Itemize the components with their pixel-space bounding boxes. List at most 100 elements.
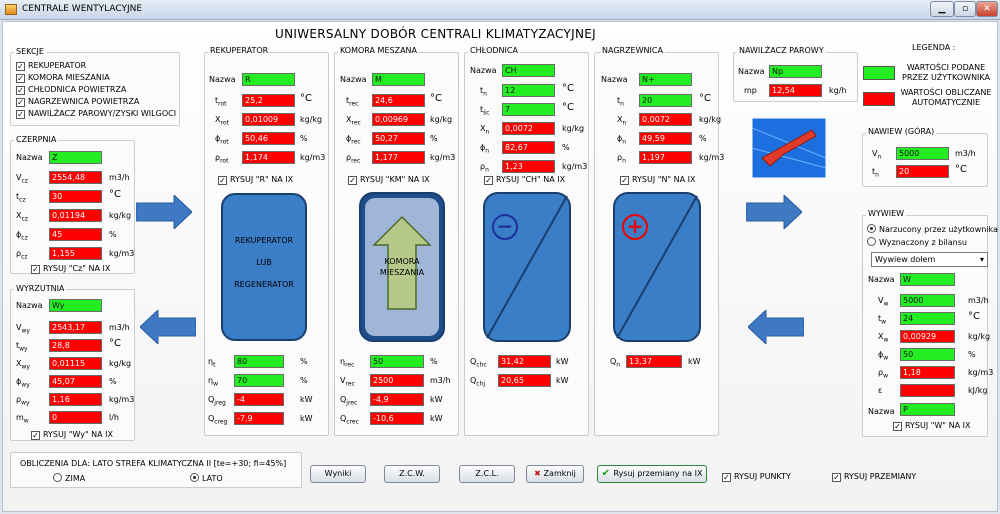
- komora-row-2-field[interactable]: 50,27: [372, 132, 425, 145]
- wywiew-row-4-field[interactable]: 1,18: [900, 366, 955, 379]
- wywiew-row-2-field[interactable]: 0,00929: [900, 330, 955, 343]
- chlodnica-row-2-field[interactable]: 0,0072: [502, 122, 555, 135]
- nagrzewnica-bottom-row-0-field[interactable]: 13,37: [626, 355, 682, 368]
- close-button[interactable]: ✕: [976, 1, 998, 17]
- rekuperator-nazwa-field[interactable]: R: [242, 73, 295, 86]
- komora-row-1-field[interactable]: 0,00969: [372, 113, 425, 126]
- rekuperator-row-0-field[interactable]: 25,2: [242, 94, 295, 107]
- nawilzacz-mp-field[interactable]: 12,54: [769, 84, 822, 97]
- sekcje-item-3[interactable]: ✓ NAGRZEWNICA POWIETRZA: [16, 97, 176, 109]
- wyrzutnia-row-2-field[interactable]: 0,01115: [49, 357, 102, 370]
- wywiew-row-1-field[interactable]: 24: [900, 312, 955, 325]
- komora-bottom-row-2-field[interactable]: -4,9: [370, 393, 424, 406]
- chlodnica-row-0-field[interactable]: 12: [502, 84, 555, 97]
- wyrzutnia-row-4-field[interactable]: 1,16: [49, 393, 102, 406]
- rekuperator-bottom-row-0-field[interactable]: 80: [234, 355, 284, 368]
- komora-check-box[interactable]: ✓: [348, 176, 357, 185]
- czerpnia-row-4-field[interactable]: 1,155: [49, 247, 102, 260]
- checkbox-rysuj-przemiany[interactable]: ✓: [832, 473, 841, 482]
- wywiew-row-3-field[interactable]: 50: [900, 348, 955, 361]
- chlodnica-check[interactable]: ✓ RYSUJ "CH" NA IX: [484, 175, 565, 185]
- sekcje-checkbox-2[interactable]: ✓: [16, 86, 25, 95]
- wyrzutnia-nazwa-field[interactable]: Wy: [49, 299, 102, 312]
- zcw-button[interactable]: Z.C.W.: [384, 465, 440, 483]
- wywiew-check[interactable]: ✓ RYSUJ "W" NA IX: [893, 421, 970, 431]
- rekuperator-row-2-field[interactable]: 50,46: [242, 132, 295, 145]
- sekcje-item-0[interactable]: ✓ REKUPERATOR: [16, 61, 176, 73]
- radio-lato[interactable]: LATO: [190, 473, 223, 483]
- nagrzewnica-check[interactable]: ✓ RYSUJ "N" NA IX: [620, 175, 696, 185]
- nagrzewnica-row-0-field[interactable]: 20: [639, 94, 692, 107]
- chlodnica-row-4-field[interactable]: 1,23: [502, 160, 555, 173]
- chlodnica-bottom-row-0-field[interactable]: 31,42: [498, 355, 551, 368]
- komora-bottom-row-3-field[interactable]: -10,6: [370, 412, 424, 425]
- rekuperator-row-1-field[interactable]: 0,01009: [242, 113, 295, 126]
- wywiew-check-box[interactable]: ✓: [893, 422, 902, 431]
- czerpnia-row-1-field[interactable]: 30: [49, 190, 102, 203]
- wyrzutnia-row-1-field[interactable]: 28,8: [49, 339, 102, 352]
- radio-wyznaczony-dot[interactable]: [867, 237, 876, 246]
- radio-narzucony[interactable]: Narzucony przez użytkownika: [867, 224, 998, 234]
- sekcje-checkbox-0[interactable]: ✓: [16, 62, 25, 71]
- nagrzewnica-nazwa-field[interactable]: N+: [639, 73, 692, 86]
- rekuperator-bottom-row-2-field[interactable]: -4: [234, 393, 284, 406]
- chevron-down-icon[interactable]: ▾: [980, 253, 984, 266]
- radio-wyznaczony[interactable]: Wyznaczony z bilansu: [867, 237, 967, 247]
- czerpnia-check[interactable]: ✓ RYSUJ "Cz" NA IX: [31, 264, 110, 274]
- radio-zima[interactable]: ZIMA: [53, 473, 85, 483]
- czerpnia-row-3-field[interactable]: 45: [49, 228, 102, 241]
- wyrzutnia-row-0-field[interactable]: 2543,17: [49, 321, 102, 334]
- komora-row-0-field[interactable]: 24,6: [372, 94, 425, 107]
- nawilzacz-nazwa-field[interactable]: Np: [769, 65, 822, 78]
- sekcje-item-4[interactable]: ✓ NAWILŻACZ PAROWY/ZYSKI WILGOCI: [16, 109, 176, 121]
- chlodnica-nazwa-field[interactable]: CH: [502, 64, 555, 77]
- wyrzutnia-row-3-field[interactable]: 45,07: [49, 375, 102, 388]
- radio-lato-dot[interactable]: [190, 473, 199, 482]
- komora-bottom-row-0-field[interactable]: 50: [370, 355, 424, 368]
- chlodnica-row-1-field[interactable]: 7: [502, 103, 555, 116]
- komora-bottom-row-1-field[interactable]: 2500: [370, 374, 424, 387]
- sekcje-checkbox-1[interactable]: ✓: [16, 74, 25, 83]
- nagrzewnica-row-2-field[interactable]: 49,59: [639, 132, 692, 145]
- rekuperator-bottom-row-1-field[interactable]: 70: [234, 374, 284, 387]
- chlodnica-check-box[interactable]: ✓: [484, 176, 493, 185]
- sekcje-checkbox-4[interactable]: ✓: [16, 110, 25, 119]
- rekuperator-check[interactable]: ✓ RYSUJ "R" NA IX: [218, 175, 293, 185]
- wyrzutnia-row-5-field[interactable]: 0: [49, 411, 102, 424]
- radio-narzucony-dot[interactable]: [867, 224, 876, 233]
- nagrzewnica-row-3-field[interactable]: 1,197: [639, 151, 692, 164]
- nagrzewnica-row-1-field[interactable]: 0,0072: [639, 113, 692, 126]
- chlodnica-row-3-field[interactable]: 82,67: [502, 141, 555, 154]
- rysuj-przemiany-button[interactable]: ✔ Rysuj przemiany na IX: [597, 465, 707, 483]
- wywiew-row-0-field[interactable]: 5000: [900, 294, 955, 307]
- wywiew-select[interactable]: Wywiew dołem ▾: [871, 252, 988, 267]
- rekuperator-bottom-row-3-field[interactable]: -7,9: [234, 412, 284, 425]
- chlodnica-bottom-row-1-field[interactable]: 20,65: [498, 374, 551, 387]
- rekuperator-row-3-field[interactable]: 1,174: [242, 151, 295, 164]
- checkbox-rysuj-punkty[interactable]: ✓: [722, 473, 731, 482]
- zamknij-button[interactable]: ✖ Zamknij: [526, 465, 584, 483]
- zcl-button[interactable]: Z.C.L.: [459, 465, 515, 483]
- rekuperator-check-box[interactable]: ✓: [218, 176, 227, 185]
- wywiew-row-5-field[interactable]: [900, 384, 955, 397]
- sekcje-item-1[interactable]: ✓ KOMORA MIESZANIA: [16, 73, 176, 85]
- czerpnia-row-2-field[interactable]: 0,01194: [49, 209, 102, 222]
- wywiew-nazwa2-field[interactable]: P: [900, 403, 955, 416]
- check-rysuj-punkty[interactable]: ✓ RYSUJ PUNKTY: [722, 472, 791, 482]
- komora-row-3-field[interactable]: 1,177: [372, 151, 425, 164]
- minimize-button[interactable]: ▁: [930, 1, 954, 17]
- check-rysuj-przemiany[interactable]: ✓ RYSUJ PRZEMIANY: [832, 472, 916, 482]
- nagrzewnica-check-box[interactable]: ✓: [620, 176, 629, 185]
- czerpnia-nazwa-field[interactable]: Z: [49, 151, 102, 164]
- nawiew-row-0-field[interactable]: 5000: [896, 147, 949, 160]
- radio-zima-dot[interactable]: [53, 473, 62, 482]
- nawiew-row-1-field[interactable]: 20: [896, 165, 949, 178]
- sekcje-checkbox-3[interactable]: ✓: [16, 98, 25, 107]
- wyniki-button[interactable]: Wyniki: [310, 465, 366, 483]
- wyrzutnia-check[interactable]: ✓ RYSUJ "Wy" NA IX: [31, 430, 113, 440]
- wywiew-nazwa-field[interactable]: W: [900, 273, 955, 286]
- czerpnia-check-box[interactable]: ✓: [31, 265, 40, 274]
- wyrzutnia-check-box[interactable]: ✓: [31, 431, 40, 440]
- sekcje-item-2[interactable]: ✓ CHŁODNICA POWIETRZA: [16, 85, 176, 97]
- czerpnia-row-0-field[interactable]: 2554,48: [49, 171, 102, 184]
